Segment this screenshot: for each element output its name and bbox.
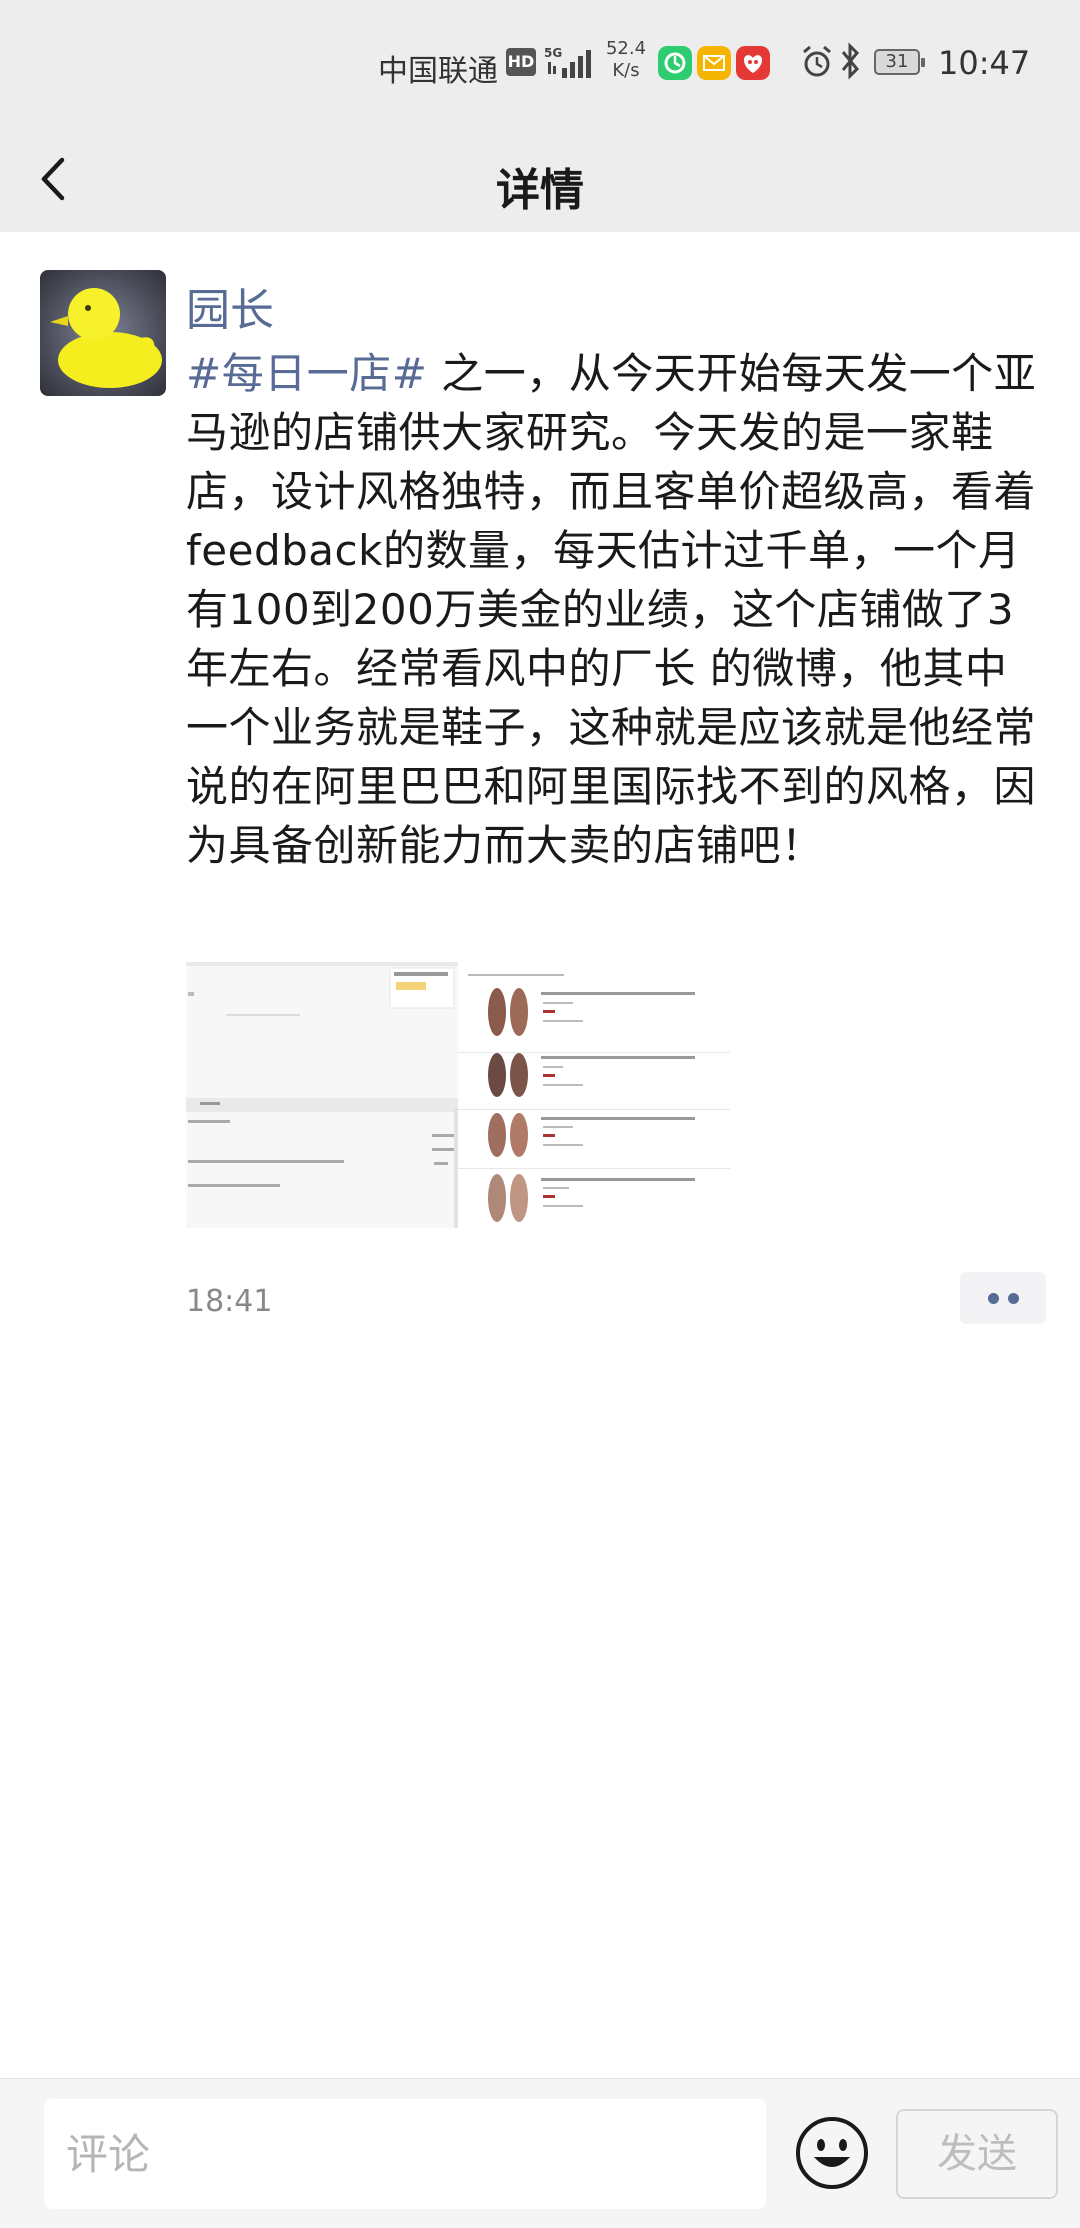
svg-text:5G: 5G <box>544 46 562 60</box>
author-name[interactable]: 园长 <box>186 274 274 338</box>
dot-icon <box>1008 1293 1019 1304</box>
post-image[interactable] <box>186 962 730 1228</box>
post-content: 之一，从今天开始每天发一个亚马逊的店铺供大家研究。今天发的是一家鞋店，设计风格独… <box>186 349 1037 870</box>
alarm-icon <box>803 45 831 77</box>
emoji-icon[interactable] <box>794 2115 870 2191</box>
mail-app-icon <box>697 46 731 80</box>
shopping-app-icon <box>736 46 770 80</box>
signal-icon: 5G <box>544 46 591 78</box>
status-bar: 中国联通 HD 5G 52.4 K/s 31 10:47 <box>0 0 1080 126</box>
dot-icon <box>988 1293 999 1304</box>
chat-app-icon <box>658 46 692 80</box>
comment-input[interactable] <box>44 2099 766 2209</box>
navigation-bar: 详情 <box>0 126 1080 232</box>
carrier-name: 中国联通 <box>378 54 498 89</box>
network-speed: 52.4 K/s <box>605 38 647 81</box>
bluetooth-icon <box>841 42 860 80</box>
page-title: 详情 <box>496 165 584 216</box>
post-timestamp: 18:41 <box>186 1284 273 1319</box>
post-body: #每日一店# 之一，从今天开始每天发一个亚马逊的店铺供大家研究。今天发的是一家鞋… <box>186 344 1046 875</box>
more-actions-button[interactable] <box>960 1272 1046 1324</box>
hd-badge: HD <box>506 48 536 76</box>
avatar[interactable] <box>40 270 166 396</box>
comment-bar: 发送 <box>0 2078 1080 2228</box>
clock: 10:47 <box>938 44 1031 82</box>
topic-link[interactable]: #每日一店# <box>186 349 427 398</box>
battery-indicator: 31 <box>874 49 925 75</box>
send-button[interactable]: 发送 <box>896 2109 1058 2199</box>
